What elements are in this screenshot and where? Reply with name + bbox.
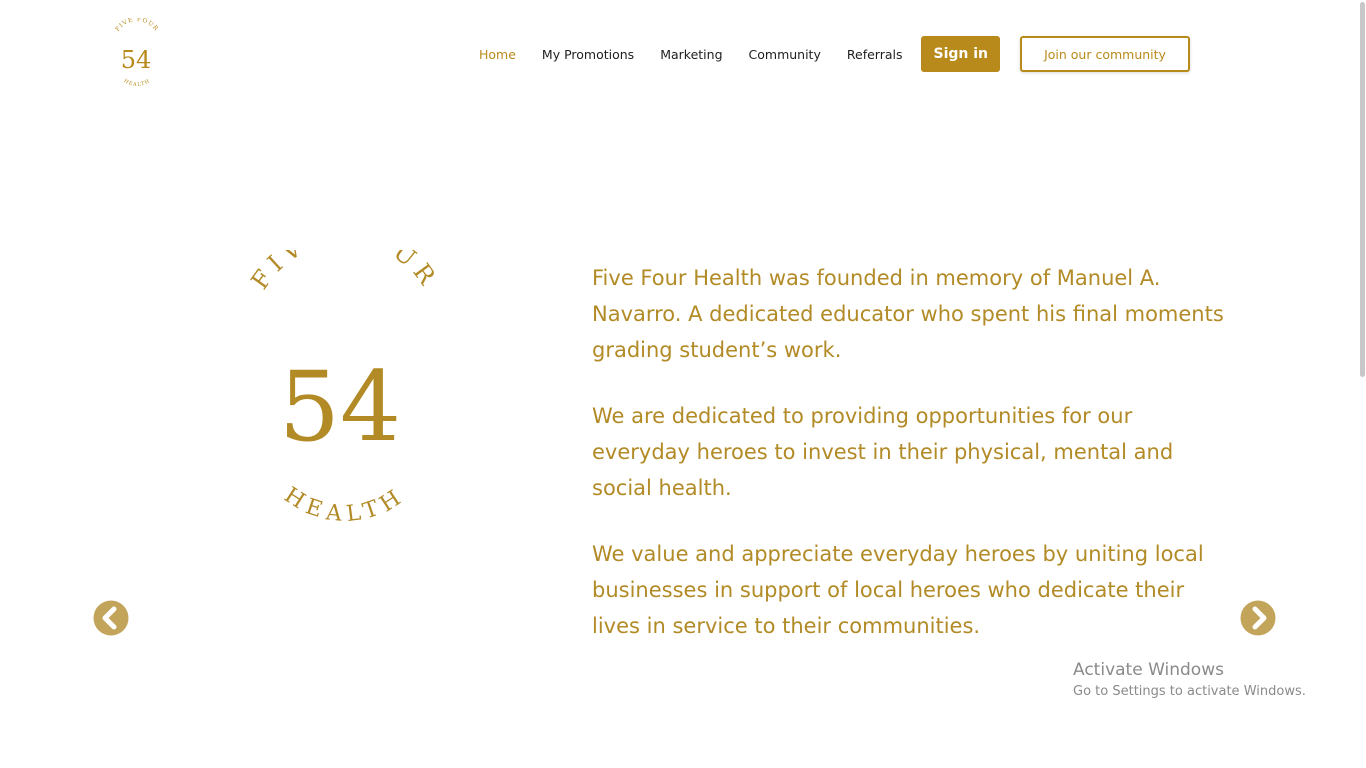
watermark-subtitle: Go to Settings to activate Windows. [1073, 684, 1306, 699]
carousel-prev-button[interactable] [93, 600, 129, 636]
carousel-next-button[interactable] [1240, 600, 1276, 636]
nav-community[interactable]: Community [740, 47, 821, 62]
svg-text:FIVE FOUR: FIVE FOUR [114, 18, 160, 33]
nav-my-promotions[interactable]: My Promotions [533, 47, 634, 62]
brand-logo-large: FIVE FOUR 54 HEALTH [246, 250, 445, 528]
nav-marketing[interactable]: Marketing [651, 47, 722, 62]
hero-paragraph-2: We are dedicated to providing opportunit… [592, 404, 1174, 500]
brand-logo-small[interactable]: FIVE FOUR 54 HEALTH [112, 18, 162, 90]
scrollbar-thumb[interactable] [1360, 2, 1365, 377]
page-scrollbar[interactable] [1358, 0, 1366, 768]
watermark-title: Activate Windows [1073, 660, 1224, 680]
brand-numeral: 54 [279, 351, 401, 463]
join-community-button[interactable]: Join our community [1020, 36, 1190, 72]
main-nav: Home My Promotions Marketing Community R… [470, 36, 1190, 72]
chevron-right-circle-icon [1240, 600, 1276, 636]
hero-text: Five Four Health was founded in memory o… [592, 260, 1232, 674]
chevron-left-circle-icon [93, 600, 129, 636]
page: FIVE FOUR 54 HEALTH Home My Promotions M… [0, 0, 1366, 768]
brand-numeral-small: 54 [121, 46, 152, 74]
sign-in-button[interactable]: Sign in [921, 36, 1000, 72]
svg-text:FIVE FOUR: FIVE FOUR [246, 250, 445, 294]
brand-arc-top-small: FIVE FOUR [114, 18, 159, 33]
activate-windows-watermark: Activate Windows Go to Settings to activ… [1073, 660, 1306, 699]
svg-text:HEALTH: HEALTH [123, 78, 152, 88]
brand-arc-bottom: HEALTH [280, 483, 405, 528]
hero-paragraph-3: We value and appreciate everyday heroes … [592, 542, 1204, 638]
svg-text:HEALTH: HEALTH [280, 483, 411, 528]
nav-referrals[interactable]: Referrals [838, 47, 903, 62]
hero-paragraph-1: Five Four Health was founded in memory o… [592, 266, 1224, 362]
nav-home[interactable]: Home [470, 47, 516, 62]
brand-arc-top: FIVE FOUR [246, 250, 439, 294]
brand-arc-bottom-small: HEALTH [123, 78, 151, 88]
